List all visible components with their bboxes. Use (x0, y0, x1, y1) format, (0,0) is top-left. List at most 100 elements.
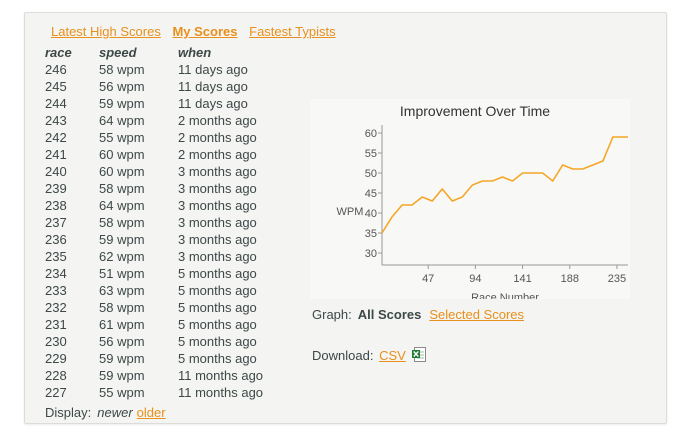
cell-when: 5 months ago (178, 351, 257, 366)
cell-when: 5 months ago (178, 317, 257, 332)
cell-when: 2 months ago (178, 147, 257, 162)
cell-race: 231 (45, 317, 67, 332)
cell-race: 230 (45, 334, 67, 349)
x-tick-label: 188 (561, 273, 579, 285)
tab-latest-high-scores[interactable]: Latest High Scores (51, 24, 161, 39)
cell-race: 246 (45, 62, 67, 77)
cell-race: 239 (45, 181, 67, 196)
cell-race: 245 (45, 79, 67, 94)
table-row: 228 59 wpm 11 months ago (45, 367, 278, 384)
cell-speed: 59 wpm (99, 368, 145, 383)
y-tick-label: 50 (365, 168, 377, 180)
display-label: Display: (45, 405, 92, 420)
table-row: 227 55 wpm 11 months ago (45, 384, 278, 401)
tab-fastest-typists[interactable]: Fastest Typists (249, 24, 335, 39)
table-row: 231 61 wpm 5 months ago (45, 316, 278, 333)
cell-race: 237 (45, 215, 67, 230)
table-row: 230 56 wpm 5 months ago (45, 333, 278, 350)
header-race: race (45, 44, 72, 60)
cell-speed: 59 wpm (99, 351, 145, 366)
table-row: 245 56 wpm 11 days ago (45, 78, 278, 95)
table-row: 243 64 wpm 2 months ago (45, 112, 278, 129)
cell-when: 5 months ago (178, 300, 257, 315)
cell-speed: 58 wpm (99, 62, 145, 77)
cell-when: 3 months ago (178, 215, 257, 230)
cell-race: 232 (45, 300, 67, 315)
x-tick-label: 141 (513, 273, 531, 285)
cell-race: 234 (45, 266, 67, 281)
cell-when: 3 months ago (178, 164, 257, 179)
header-speed: speed (99, 44, 137, 60)
cell-speed: 51 wpm (99, 266, 145, 281)
cell-when: 11 months ago (178, 368, 264, 383)
display-current: newer (97, 405, 133, 420)
y-tick-label: 30 (365, 248, 377, 260)
cell-when: 11 days ago (178, 79, 248, 94)
cell-when: 3 months ago (178, 249, 257, 264)
cell-race: 235 (45, 249, 67, 264)
x-axis-label: Race Number (471, 292, 539, 299)
cell-when: 5 months ago (178, 266, 257, 281)
tab-my-scores[interactable]: My Scores (172, 24, 237, 39)
y-tick-label: 40 (365, 208, 377, 220)
selected-scores-link[interactable]: Selected Scores (429, 307, 524, 322)
cell-speed: 55 wpm (99, 385, 145, 400)
cell-race: 244 (45, 96, 67, 111)
cell-speed: 56 wpm (99, 79, 145, 94)
cell-race: 227 (45, 385, 67, 400)
cell-race: 243 (45, 113, 67, 128)
score-tabs: Latest High Scores My Scores Fastest Typ… (51, 24, 344, 39)
cell-when: 11 days ago (178, 96, 248, 111)
cell-speed: 55 wpm (99, 130, 145, 145)
cell-speed: 64 wpm (99, 113, 145, 128)
chart-title: Improvement Over Time (400, 103, 550, 119)
graph-label: Graph: (312, 307, 352, 322)
cell-race: 238 (45, 198, 67, 213)
cell-when: 2 months ago (178, 130, 257, 145)
cell-speed: 60 wpm (99, 147, 145, 162)
cell-race: 229 (45, 351, 67, 366)
table-row: 246 58 wpm 11 days ago (45, 61, 278, 78)
series-line (381, 136, 628, 234)
cell-race: 233 (45, 283, 67, 298)
improvement-chart: Improvement Over Time 30 35 40 45 50 55 60 47 94 1… (310, 99, 630, 299)
cell-when: 5 months ago (178, 283, 257, 298)
older-link[interactable]: older (137, 405, 166, 420)
cell-race: 242 (45, 130, 67, 145)
graph-selector: Graph: All Scores Selected Scores (312, 307, 524, 322)
cell-when: 11 days ago (178, 62, 248, 77)
cell-race: 236 (45, 232, 67, 247)
y-axis-label: WPM (337, 206, 364, 218)
cell-speed: 62 wpm (99, 249, 145, 264)
cell-race: 240 (45, 164, 67, 179)
cell-when: 2 months ago (178, 113, 257, 128)
cell-speed: 58 wpm (99, 215, 145, 230)
table-row: 240 60 wpm 3 months ago (45, 163, 278, 180)
cell-speed: 59 wpm (99, 96, 145, 111)
scores-panel: Latest High Scores My Scores Fastest Typ… (24, 12, 667, 424)
table-row: 242 55 wpm 2 months ago (45, 129, 278, 146)
x-tick-label: 94 (469, 273, 481, 285)
cell-speed: 64 wpm (99, 198, 145, 213)
display-pager: Display: newer older (45, 405, 166, 420)
cell-speed: 63 wpm (99, 283, 145, 298)
cell-when: 11 months ago (178, 385, 264, 400)
cell-speed: 60 wpm (99, 164, 145, 179)
table-row: 238 64 wpm 3 months ago (45, 197, 278, 214)
y-tick-label: 45 (365, 188, 377, 200)
scores-table-body: 246 58 wpm 11 days ago 245 56 wpm 11 days ago… (45, 61, 278, 401)
table-row: 232 58 wpm 5 months ago (45, 299, 278, 316)
x-tick-label: 235 (608, 273, 626, 285)
y-tick-label: 55 (365, 148, 377, 160)
cell-when: 3 months ago (178, 181, 257, 196)
y-tick-label: 60 (365, 128, 377, 140)
csv-download-link[interactable]: CSV (379, 348, 406, 363)
cell-speed: 61 wpm (99, 317, 145, 332)
table-row: 241 60 wpm 2 months ago (45, 146, 278, 163)
cell-race: 228 (45, 368, 67, 383)
cell-speed: 58 wpm (99, 181, 145, 196)
excel-file-icon[interactable] (412, 347, 427, 362)
table-header-row: race speed when (45, 44, 278, 61)
table-row: 234 51 wpm 5 months ago (45, 265, 278, 282)
table-row: 244 59 wpm 11 days ago (45, 95, 278, 112)
